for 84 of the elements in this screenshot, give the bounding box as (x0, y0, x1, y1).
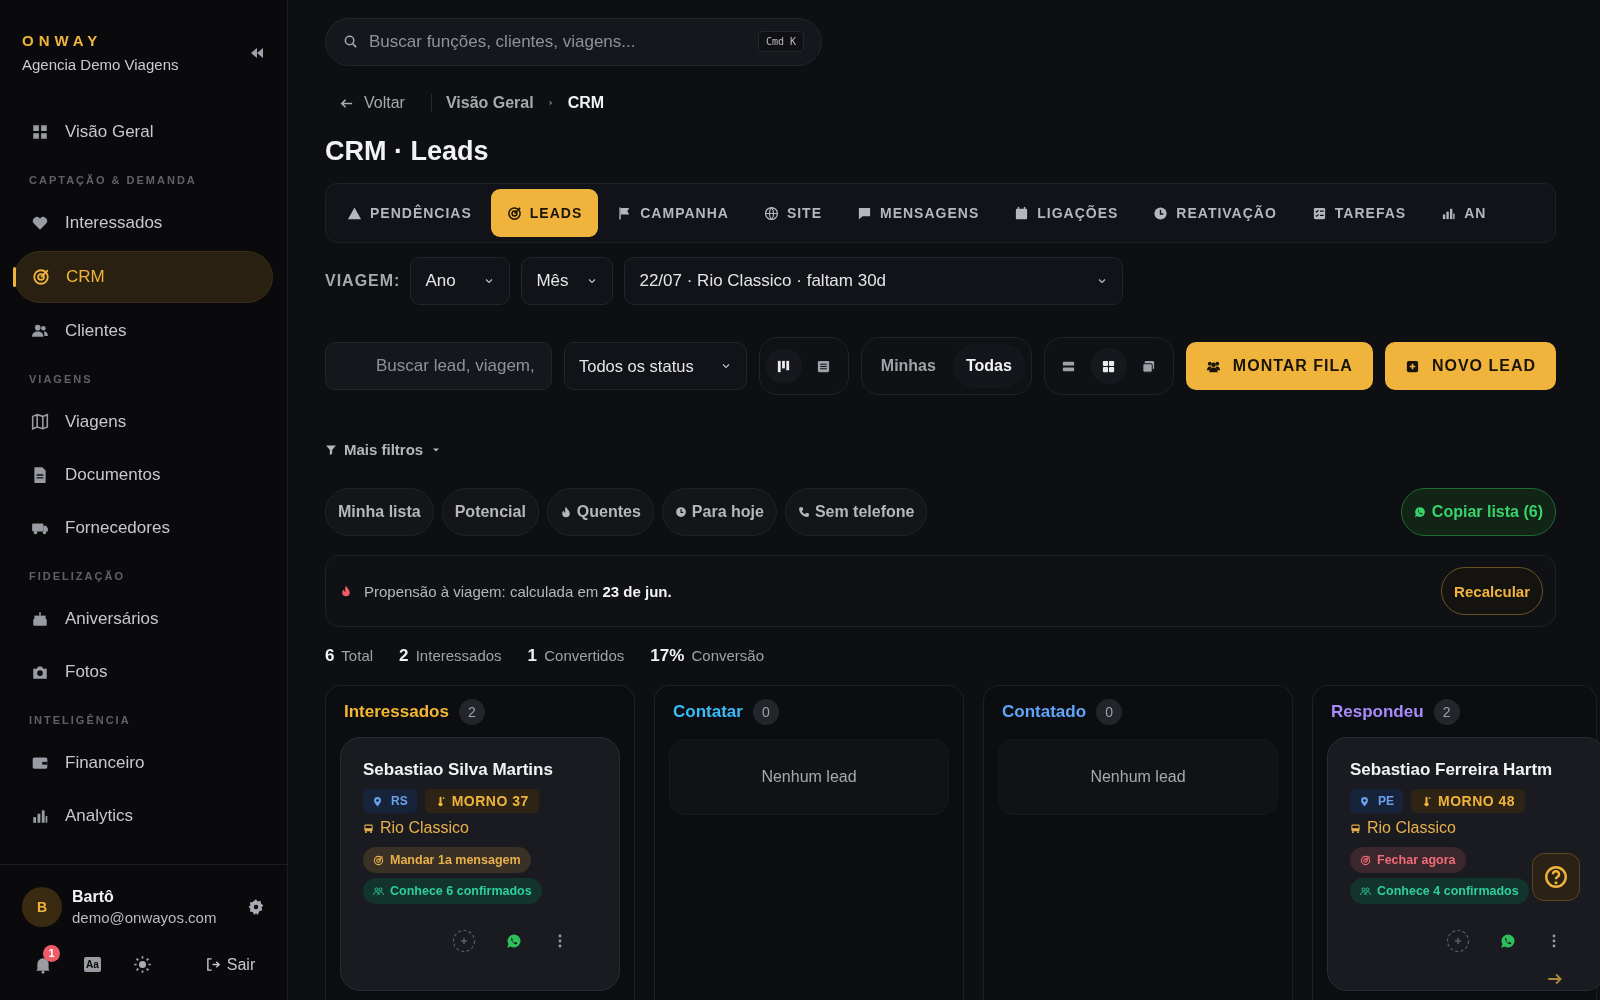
shortcut-hint: Cmd K (757, 31, 804, 52)
filter-chip[interactable]: Sem telefone (784, 488, 928, 536)
user-avatar: B (22, 887, 62, 927)
trip-name: Rio Classico (380, 819, 469, 837)
column-count: 0 (752, 699, 779, 725)
filter-chip[interactable]: Quentes (546, 488, 654, 536)
lead-card[interactable]: Sebastiao Silva Martins RS MORNO 37 Rio Classico Mandar 1a mensagem Conhece 6 confirmados (340, 737, 620, 991)
recalculate-button[interactable]: Recalcular (1441, 567, 1543, 615)
status-dropdown[interactable]: Todos os status (564, 342, 747, 390)
more-filters-button[interactable]: Mais filtros (325, 441, 443, 458)
column-title: Contatar (673, 702, 743, 722)
back-button[interactable]: Voltar (325, 94, 405, 112)
queue-button[interactable]: MONTAR FILA (1185, 342, 1373, 390)
copy-list-button[interactable]: Copiar lista (6) (1400, 488, 1556, 536)
state-badge: PE (1350, 789, 1403, 813)
breadcrumb-item: CRM (567, 94, 605, 112)
font-size-button[interactable]: Aa (84, 957, 101, 972)
nav-item[interactable]: CRM (14, 251, 273, 303)
stat: 17% Conversão (650, 646, 765, 666)
nav-section-heading: FIDELIZAÇÃO (28, 569, 126, 584)
owner-option[interactable]: Todas (952, 344, 1025, 388)
tab[interactable]: CAMPANHA (601, 189, 745, 237)
trip-filter-label: VIAGEM: (325, 272, 401, 290)
filter-chip[interactable]: Potencial (441, 488, 539, 536)
filter-chip[interactable]: Para hoje (661, 488, 777, 536)
year-dropdown[interactable]: Ano (410, 257, 511, 305)
lead-name: Sebastiao Silva Martins (363, 760, 553, 780)
stat: 1 Convertidos (527, 646, 625, 666)
propensity-text: Propensão à viagem: calculada em 23 de jun. (364, 582, 672, 600)
column-title: Respondeu (1331, 702, 1424, 722)
tab[interactable]: SITE (747, 189, 838, 237)
nav-section-heading: INTELIGÊNCIA (28, 713, 132, 728)
network-tag: Conhece 6 confirmados (363, 878, 542, 904)
new-lead-button[interactable]: NOVO LEAD (1384, 342, 1556, 390)
lead-search-field[interactable]: Buscar lead, viagem, (325, 342, 552, 390)
empty-state: Nenhum lead (998, 739, 1278, 815)
nav-item[interactable]: Visão Geral (14, 107, 273, 157)
tab[interactable]: AN (1425, 189, 1503, 237)
nav-item[interactable]: Documentos (14, 450, 273, 500)
state-badge: RS (363, 789, 417, 813)
temperature-badge: MORNO 37 (424, 789, 539, 813)
nav-item[interactable]: Clientes (14, 306, 273, 356)
column-count: 2 (1433, 699, 1460, 725)
tab[interactable]: MENSAGENS (841, 189, 996, 237)
empty-state: Nenhum lead (669, 739, 949, 815)
nav-item[interactable]: Fotos (14, 647, 273, 697)
nav-item[interactable]: Interessados (14, 198, 273, 248)
network-tag: Conhece 4 confirmados (1350, 878, 1529, 904)
column-title: Interessados (344, 702, 449, 722)
nav-item[interactable]: Aniversários (14, 594, 273, 644)
trip-name: Rio Classico (1367, 819, 1456, 837)
trip-dropdown[interactable]: 22/07 · Rio Classico · faltam 30d (624, 257, 1124, 305)
notification-badge: 1 (43, 944, 60, 962)
agency-name: Agencia Demo Viagens (22, 56, 180, 73)
nav-item[interactable]: Fornecedores (14, 503, 273, 553)
nav-section-heading: VIAGENS (28, 372, 94, 387)
lead-card[interactable]: Sebastiao Ferreira Hartm PE MORNO 48 Rio Classico Fechar agora Conhece 4 confirmados (1327, 737, 1600, 991)
tab[interactable]: TAREFAS (1295, 189, 1423, 237)
action-tag: Mandar 1a mensagem (363, 847, 531, 873)
page-title: CRM · Leads (325, 136, 490, 167)
filter-chip[interactable]: Minha lista (325, 488, 434, 536)
column-count: 0 (1096, 699, 1123, 725)
nav-item[interactable]: Financeiro (14, 738, 273, 788)
temperature-badge: MORNO 48 (1411, 789, 1526, 813)
owner-option[interactable]: Minhas (867, 344, 949, 388)
stat: 2 Interessados (399, 646, 502, 666)
user-name: Bartô (72, 888, 115, 906)
stat: 6 Total (325, 646, 374, 666)
logout-button[interactable]: Sair (205, 955, 256, 974)
column-count: 2 (458, 699, 485, 725)
breadcrumb-item[interactable]: Visão Geral (445, 94, 534, 112)
tab[interactable]: LIGAÇÕES (998, 189, 1135, 237)
tab[interactable]: PENDÊNCIAS (331, 189, 488, 237)
nav-item[interactable]: Viagens (14, 397, 273, 447)
column-title: Contatado (1002, 702, 1087, 722)
lead-name: Sebastiao Ferreira Hartm (1350, 760, 1553, 780)
brand-logo: ONWAY (22, 32, 104, 49)
action-tag: Fechar agora (1350, 847, 1466, 873)
tab[interactable]: REATIVAÇÃO (1137, 189, 1293, 237)
user-email: demo@onwayos.com (72, 909, 218, 926)
tab[interactable]: LEADS (490, 189, 599, 237)
nav-section-heading: CAPTAÇÃO & DEMANDA (28, 173, 198, 188)
nav-item[interactable]: Analytics (14, 791, 273, 841)
month-dropdown[interactable]: Mês (521, 257, 614, 305)
